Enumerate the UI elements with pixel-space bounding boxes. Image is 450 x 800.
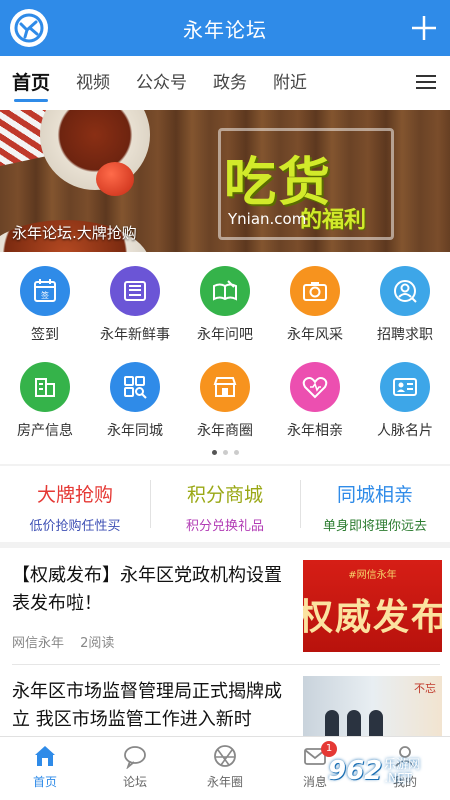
search-person-icon	[380, 266, 430, 316]
grid-label: 永年相亲	[287, 423, 343, 439]
thumbnail-person	[347, 710, 361, 736]
banner-subline: 的福利	[300, 208, 367, 233]
grid-item-shops[interactable]: 永年商圈	[180, 362, 270, 440]
app-logo-icon[interactable]	[10, 9, 48, 47]
promo-sub: 低价抢购任性买	[29, 519, 121, 534]
camera-icon	[290, 266, 340, 316]
sign-in-icon: 签	[20, 266, 70, 316]
news-title: 永年区市场监督管理局正式揭牌成立 我区市场监管工作进入新时	[12, 681, 282, 730]
watermark-number: 962	[328, 756, 383, 786]
site-watermark: 962 乐游网 .NET	[328, 750, 446, 792]
feature-grid: 签 签到 永年新鲜事 永年问吧 永年风采 招聘求职 房产信息 永年同城 永年商圈…	[0, 252, 450, 464]
aperture-icon	[214, 745, 236, 767]
promo-brand-sale[interactable]: 大牌抢购 低价抢购任性买	[0, 466, 150, 542]
grid-label: 签到	[31, 327, 59, 343]
thumbnail-tag: #网信永年	[348, 570, 397, 581]
grid-label: 人脉名片	[377, 423, 433, 439]
news-thumbnail: 不忘	[303, 676, 442, 736]
grid-label: 永年同城	[107, 423, 163, 439]
banner-site: Ynian.com	[228, 210, 307, 228]
grid-label: 永年问吧	[197, 327, 253, 343]
menu-icon[interactable]	[416, 74, 436, 90]
grid-item-local[interactable]: 永年同城	[90, 362, 180, 440]
grid-item-cards[interactable]: 人脉名片	[360, 362, 450, 440]
thumbnail-text: 权威发布	[303, 597, 442, 638]
nav-forum[interactable]: 论坛	[90, 737, 180, 800]
watermark-text-top: 乐游网	[384, 757, 421, 771]
top-tabs: 首页 视频 公众号 政务 附近	[0, 56, 450, 110]
news-meta: 网信永年 2阅读	[12, 632, 114, 651]
pager-dot	[222, 450, 228, 455]
chat-bubble-icon	[124, 746, 146, 769]
promo-sub: 积分兑换礼品	[185, 519, 264, 534]
nav-label: 首页	[32, 775, 57, 789]
svg-text:签: 签	[41, 290, 49, 300]
news-source: 网信永年	[12, 636, 65, 651]
grid-item-housing[interactable]: 房产信息	[0, 362, 90, 440]
book-icon	[200, 266, 250, 316]
thumbnail-person	[325, 710, 339, 736]
grid-label: 招聘求职	[377, 327, 433, 343]
promo-row: 大牌抢购 低价抢购任性买 积分商城 积分兑换礼品 同城相亲 单身即将理你远去	[0, 466, 450, 542]
news-title: 【权威发布】永年区党政机构设置表发布啦！	[12, 565, 282, 614]
grid-pager	[0, 450, 450, 455]
grid-label: 永年新鲜事	[100, 327, 170, 343]
news-thumbnail: #网信永年 权威发布	[303, 560, 442, 652]
tab-nearby[interactable]: 附近	[273, 56, 307, 110]
promo-sub: 单身即将理你远去	[322, 519, 427, 534]
pager-dot	[233, 450, 239, 455]
grid-label: 永年商圈	[197, 423, 253, 439]
plus-icon[interactable]	[406, 10, 442, 46]
thumbnail-person	[369, 710, 383, 736]
watermark-text: 乐游网 .NET	[384, 757, 420, 785]
home-icon	[35, 746, 55, 766]
nav-home[interactable]: 首页	[0, 737, 90, 800]
news-icon	[110, 266, 160, 316]
card-icon	[380, 362, 430, 412]
heart-icon	[290, 362, 340, 412]
app-title: 永年论坛	[183, 17, 267, 42]
pager-dot	[211, 450, 217, 455]
nav-label: 论坛	[122, 775, 147, 789]
grid-item-sign-in[interactable]: 签 签到	[0, 266, 90, 344]
grid-item-jobs[interactable]: 招聘求职	[360, 266, 450, 344]
banner-caption: 永年论坛.大牌抢购	[12, 224, 137, 242]
grid-label: 永年风采	[287, 327, 343, 343]
tab-official-accounts[interactable]: 公众号	[136, 56, 187, 110]
grid-item-ask[interactable]: 永年问吧	[180, 266, 270, 344]
app-header: 永年论坛	[0, 0, 450, 56]
news-item[interactable]: 【权威发布】永年区党政机构设置表发布啦！ 网信永年 2阅读 #网信永年 权威发布	[0, 548, 450, 664]
thumbnail-text: 不忘	[414, 682, 436, 695]
nav-label: 永年圈	[206, 775, 243, 789]
watermark-text-bottom: .NET	[384, 771, 412, 785]
tab-video[interactable]: 视频	[76, 56, 110, 110]
news-reads: 2阅读	[80, 636, 115, 651]
promo-title: 积分商城	[186, 484, 263, 506]
tab-government[interactable]: 政务	[213, 56, 247, 110]
grid-item-news[interactable]: 永年新鲜事	[90, 266, 180, 344]
tab-home[interactable]: 首页	[12, 56, 50, 110]
grid-item-style[interactable]: 永年风采	[270, 266, 360, 344]
news-feed: 【权威发布】永年区党政机构设置表发布啦！ 网信永年 2阅读 #网信永年 权威发布…	[0, 548, 450, 736]
grid-search-icon	[110, 362, 160, 412]
shop-icon	[200, 362, 250, 412]
promo-local-dating[interactable]: 同城相亲 单身即将理你远去	[300, 466, 450, 542]
banner-tomato	[96, 162, 134, 196]
nav-circle[interactable]: 永年圈	[180, 737, 270, 800]
promo-title: 同城相亲	[336, 484, 413, 506]
grid-item-dating[interactable]: 永年相亲	[270, 362, 360, 440]
promo-title: 大牌抢购	[36, 484, 113, 506]
building-icon	[20, 362, 70, 412]
grid-label: 房产信息	[17, 423, 73, 439]
promo-banner[interactable]: 吃货 的福利 Ynian.com 永年论坛.大牌抢购	[0, 110, 450, 252]
promo-points-mall[interactable]: 积分商城 积分兑换礼品	[150, 466, 300, 542]
